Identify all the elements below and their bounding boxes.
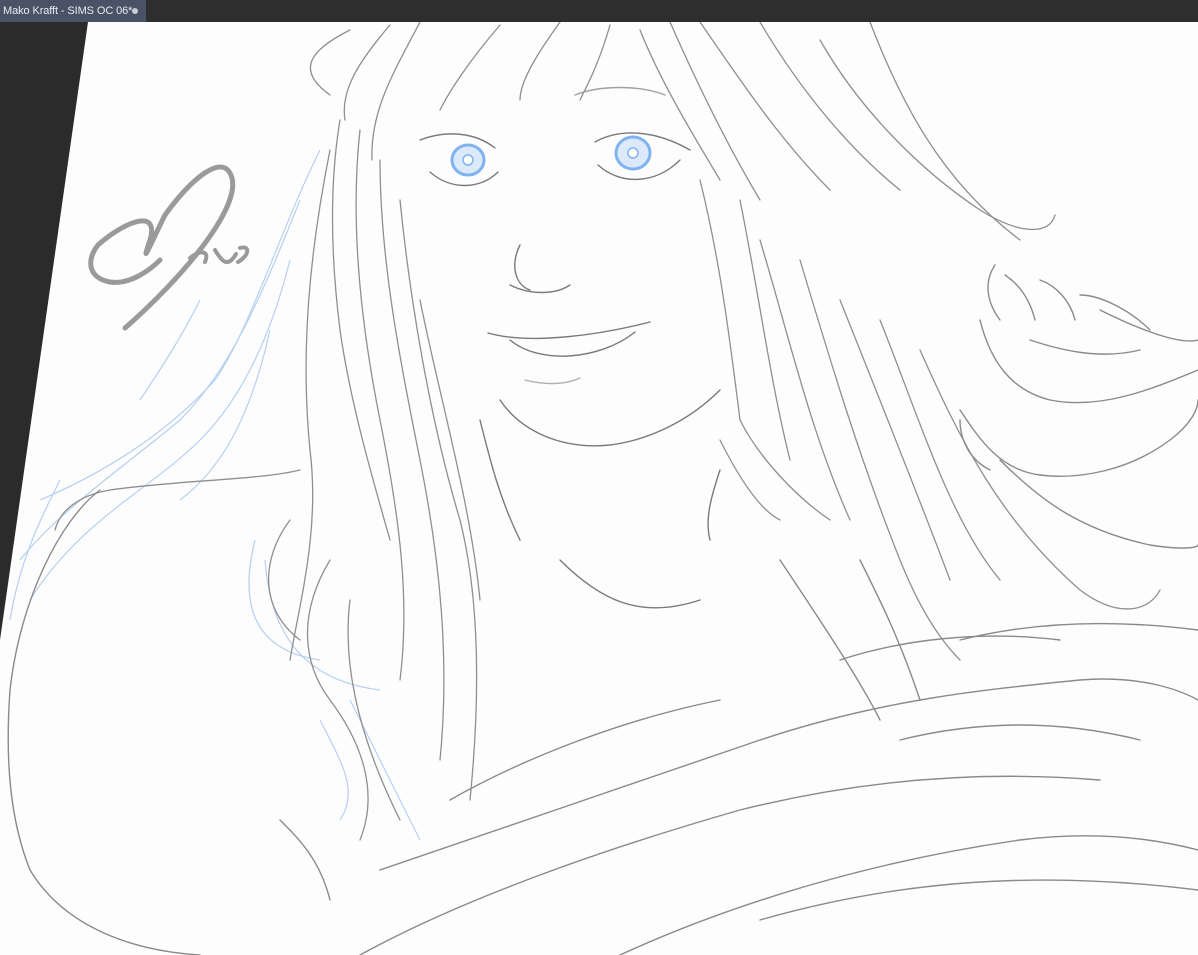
document-tab-title: Mako Krafft - SIMS OC 06* (3, 5, 133, 17)
app-window: Mako Krafft - SIMS OC 06* (0, 0, 1198, 955)
document-tab-bar: Mako Krafft - SIMS OC 06* (0, 0, 1198, 23)
canvas-viewport[interactable] (0, 22, 1198, 955)
drawing-canvas[interactable] (0, 22, 1198, 955)
unsaved-indicator-icon[interactable] (132, 8, 138, 14)
document-tab[interactable]: Mako Krafft - SIMS OC 06* (0, 0, 146, 22)
paper-sheet (0, 22, 1198, 955)
